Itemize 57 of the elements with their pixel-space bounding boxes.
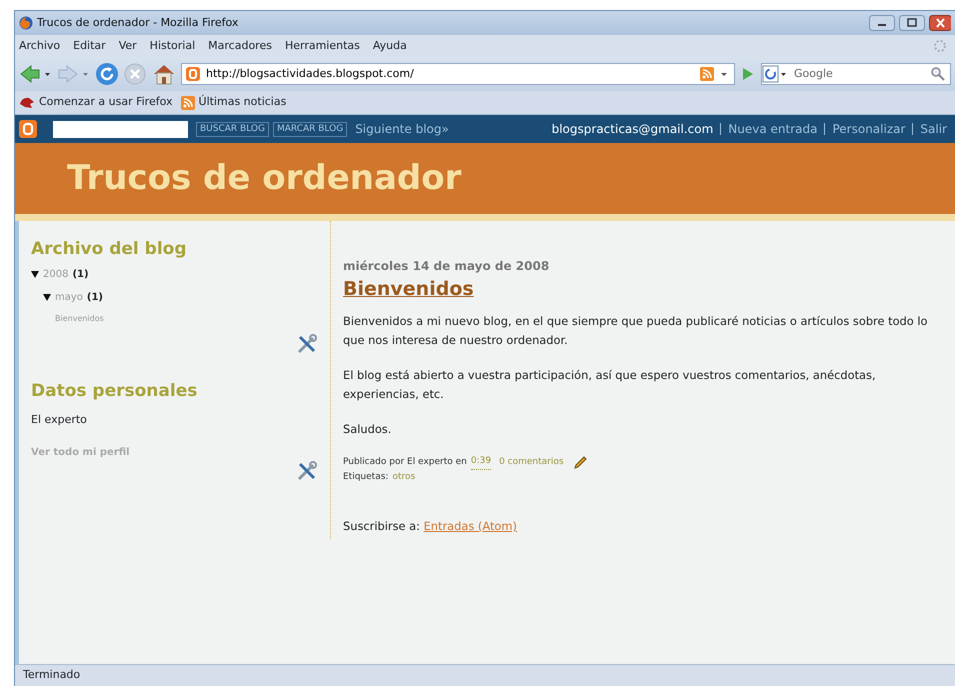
post-paragraph: Bienvenidos a mi nuevo blog, en el que siempre que pueda publicaré noticias o artículos sobre todo lo que nos interesa de nuestro ordenador.: [343, 312, 929, 348]
post-title[interactable]: Bienvenidos: [343, 275, 951, 304]
post-date: miércoles 14 de mayo de 2008: [343, 258, 550, 275]
profile-name: El experto: [31, 412, 88, 428]
blogger-bar-button[interactable]: BUSCAR BLOG: [196, 122, 269, 136]
window-title: Trucos de ordenador - Mozilla Firefox: [37, 14, 238, 31]
menu-item[interactable]: Editar: [73, 38, 106, 54]
menu-item[interactable]: Archivo: [19, 38, 60, 54]
menu-item[interactable]: Ver: [118, 38, 137, 54]
collapse-toggle-icon[interactable]: [43, 293, 51, 301]
sidebar-heading: Datos personales: [31, 380, 198, 402]
blogger-bar-button[interactable]: MARCAR BLOG: [272, 122, 348, 136]
address-field[interactable]: http://blogsactividades.blogspot.com/: [204, 64, 696, 84]
blogger-bar-link[interactable]: Salir: [920, 120, 947, 138]
user-email: blogspracticas@gmail.com: [552, 121, 714, 138]
back-button[interactable]: [19, 63, 53, 85]
bookmark-link[interactable]: Comenzar a usar Firefox: [39, 94, 173, 111]
maximize-button[interactable]: [899, 15, 925, 31]
blog-search-field[interactable]: [53, 120, 188, 138]
search-bar[interactable]: Google: [761, 63, 951, 85]
bookmark-link[interactable]: Últimas noticias: [198, 94, 286, 111]
status-text: Terminado: [23, 667, 80, 684]
time-link[interactable]: 0:39: [470, 455, 492, 470]
menu-item[interactable]: Historial: [150, 38, 196, 54]
comments-link[interactable]: 0 comentarios: [499, 456, 564, 470]
archive-link[interactable]: Bienvenidos: [55, 312, 104, 324]
loading-spinner-icon: [933, 39, 947, 53]
labels-caption: Etiquetas:: [343, 470, 388, 484]
byline: Publicado por El experto en: [343, 456, 467, 469]
blog-title: Trucos de ordenador: [67, 158, 462, 199]
subscribe-caption: Suscribirse a:: [343, 519, 420, 533]
menu-item[interactable]: Herramientas: [284, 38, 360, 54]
reload-button[interactable]: [95, 62, 119, 86]
atom-feed-link[interactable]: Entradas (Atom): [424, 519, 517, 533]
minimize-button[interactable]: [869, 15, 895, 31]
search-icon[interactable]: [930, 66, 946, 82]
close-button[interactable]: [929, 15, 951, 31]
post-paragraph: Saludos.: [343, 420, 392, 438]
sidebar-heading: Archivo del blog: [31, 238, 188, 261]
next-blog-link[interactable]: Siguiente blog»: [355, 120, 449, 138]
tools-icon[interactable]: [296, 460, 318, 482]
archive-link[interactable]: 2008: [43, 266, 68, 282]
menu-item[interactable]: Marcadores: [208, 38, 272, 54]
post-count: (1): [86, 290, 104, 304]
address-bar[interactable]: http://blogsactividades.blogspot.com/: [181, 63, 735, 85]
collapse-toggle-icon[interactable]: [31, 270, 39, 278]
post-count: (1): [72, 268, 89, 282]
search-field[interactable]: Google: [792, 64, 912, 84]
rss-feed-icon: [180, 96, 195, 110]
post-paragraph: El blog está abierto a vuestra participación, así que espero vuestros comentarios, anécdotas, experiencias, etc.: [343, 366, 877, 402]
blogger-bar-link[interactable]: Personalizar: [832, 120, 906, 138]
menu-item[interactable]: Ayuda: [372, 38, 407, 54]
label-link[interactable]: otros: [392, 470, 416, 484]
tools-icon[interactable]: [296, 332, 318, 354]
blogger-bar-link[interactable]: Nueva entrada: [728, 120, 818, 138]
archive-link[interactable]: mayo: [55, 290, 83, 304]
pencil-icon[interactable]: [572, 454, 588, 470]
